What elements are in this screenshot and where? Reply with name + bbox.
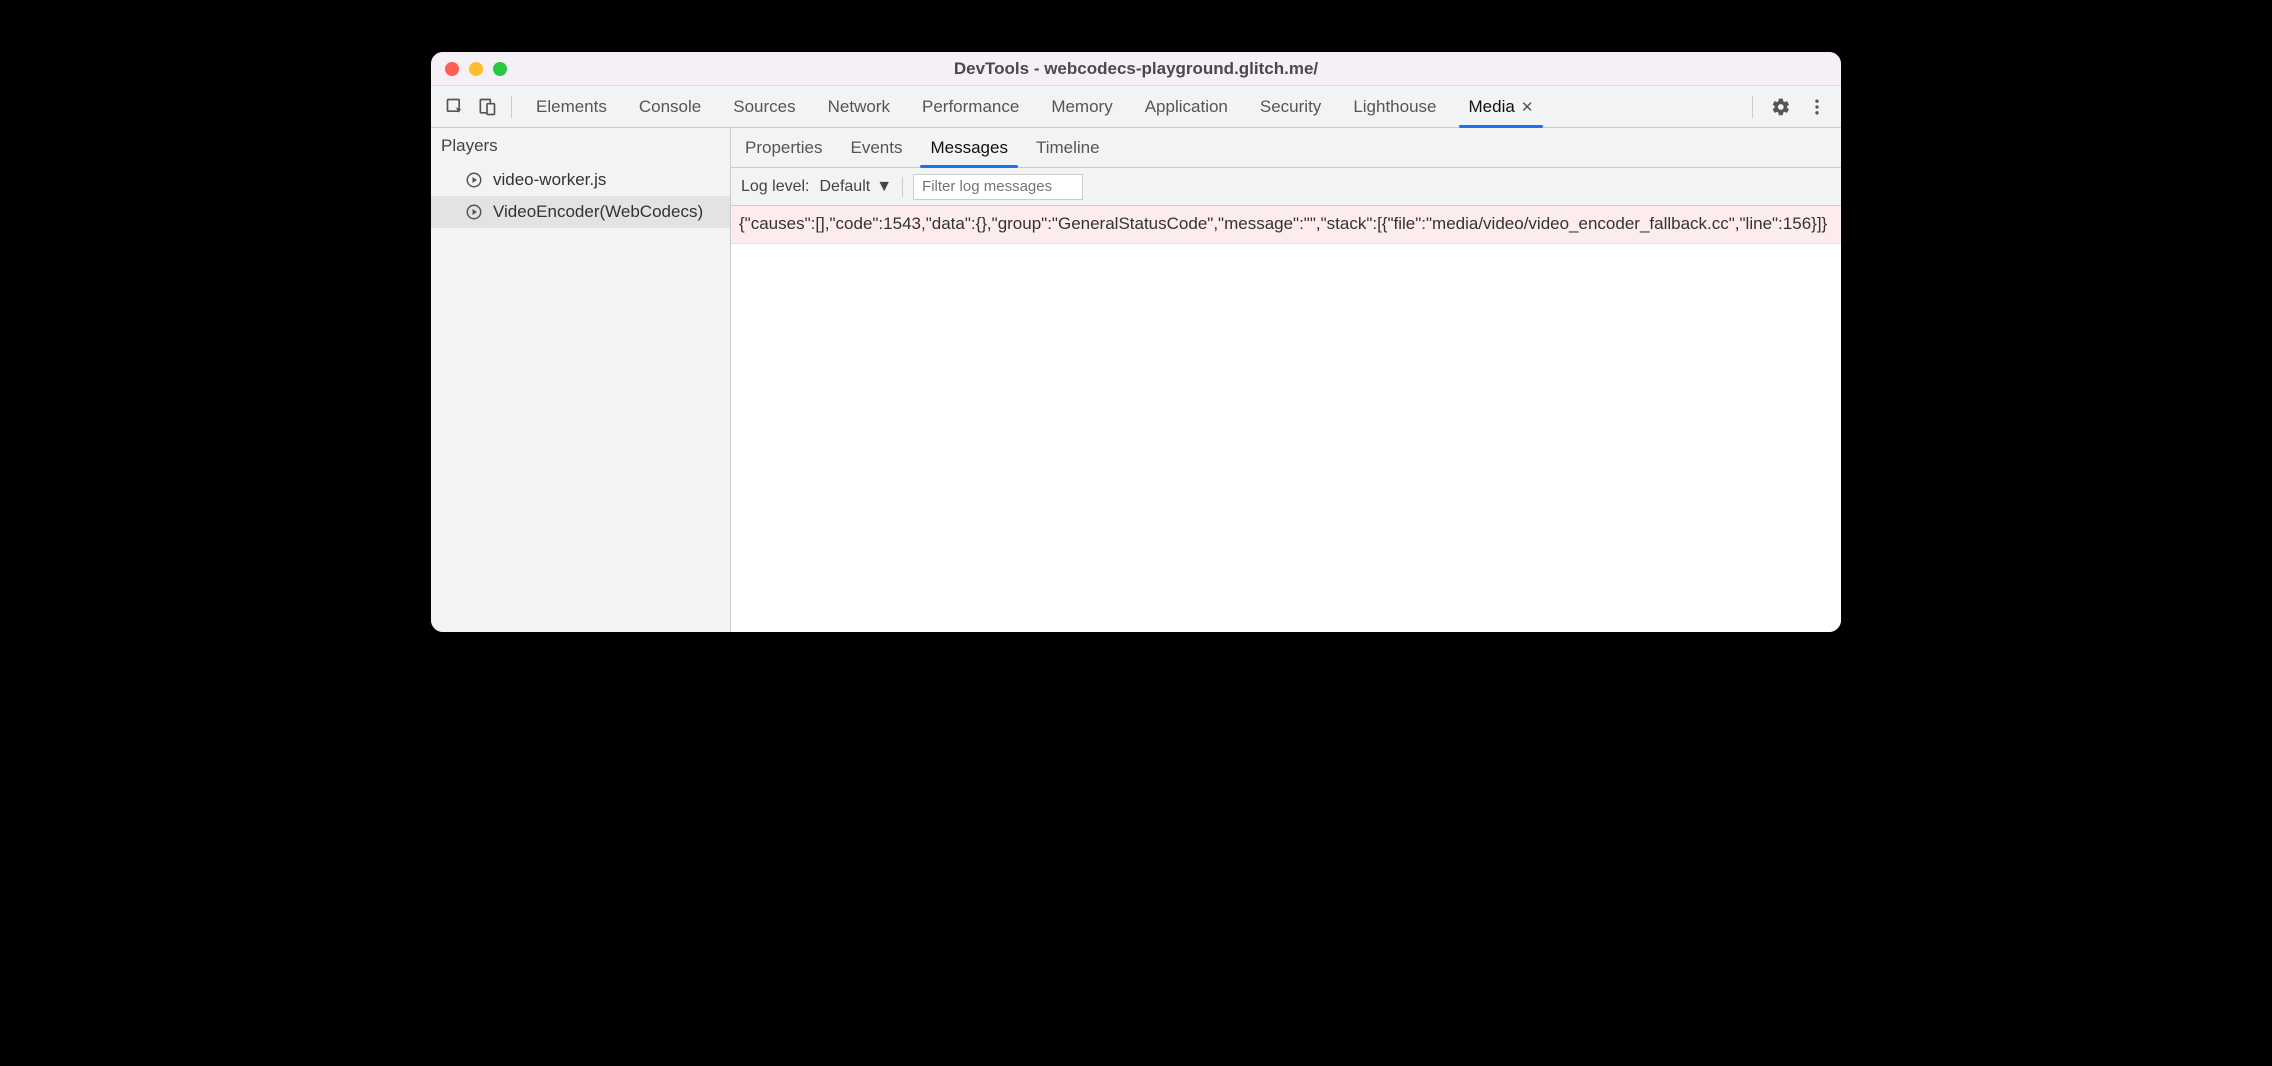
window-title: DevTools - webcodecs-playground.glitch.m… xyxy=(431,59,1841,79)
tab-console[interactable]: Console xyxy=(623,86,717,127)
panel-tabs: Elements Console Sources Network Perform… xyxy=(520,86,1549,127)
subtab-label: Messages xyxy=(930,138,1007,158)
tab-media[interactable]: Media ✕ xyxy=(1453,86,1550,127)
filter-input[interactable] xyxy=(913,174,1083,200)
log-level-dropdown[interactable]: Default ▼ xyxy=(820,178,893,196)
tab-label: Sources xyxy=(733,97,795,117)
player-item[interactable]: VideoEncoder(WebCodecs) xyxy=(431,196,730,228)
tab-application[interactable]: Application xyxy=(1129,86,1244,127)
messages-list: {"causes":[],"code":1543,"data":{},"grou… xyxy=(731,206,1841,632)
maximize-window-button[interactable] xyxy=(493,62,507,76)
player-item[interactable]: video-worker.js xyxy=(431,164,730,196)
media-panel-main: Properties Events Messages Timeline Log … xyxy=(731,128,1841,632)
subtab-label: Events xyxy=(850,138,902,158)
chevron-down-icon: ▼ xyxy=(876,178,892,196)
tab-lighthouse[interactable]: Lighthouse xyxy=(1337,86,1452,127)
filter-bar: Log level: Default ▼ xyxy=(731,168,1841,206)
device-toolbar-icon[interactable] xyxy=(471,91,503,123)
close-window-button[interactable] xyxy=(445,62,459,76)
sidebar-section-title: Players xyxy=(431,128,730,164)
toolbar-right xyxy=(1744,91,1833,123)
tab-label: Console xyxy=(639,97,701,117)
tab-network[interactable]: Network xyxy=(812,86,906,127)
log-message-error[interactable]: {"causes":[],"code":1543,"data":{},"grou… xyxy=(731,206,1841,244)
tab-label: Application xyxy=(1145,97,1228,117)
window-controls xyxy=(431,62,507,76)
tab-label: Lighthouse xyxy=(1353,97,1436,117)
tab-performance[interactable]: Performance xyxy=(906,86,1035,127)
devtools-window: DevTools - webcodecs-playground.glitch.m… xyxy=(431,52,1841,632)
play-icon xyxy=(465,203,483,221)
subtab-properties[interactable]: Properties xyxy=(731,128,836,167)
tab-elements[interactable]: Elements xyxy=(520,86,623,127)
tab-sources[interactable]: Sources xyxy=(717,86,811,127)
subtab-label: Properties xyxy=(745,138,822,158)
log-level-label: Log level: xyxy=(741,178,810,196)
play-icon xyxy=(465,171,483,189)
tab-label: Performance xyxy=(922,97,1019,117)
subtab-label: Timeline xyxy=(1036,138,1100,158)
settings-icon[interactable] xyxy=(1765,91,1797,123)
tab-label: Elements xyxy=(536,97,607,117)
players-sidebar: Players video-worker.js VideoEncoder(Web… xyxy=(431,128,731,632)
close-icon[interactable]: ✕ xyxy=(1521,98,1534,116)
inspect-element-icon[interactable] xyxy=(439,91,471,123)
tab-label: Memory xyxy=(1051,97,1112,117)
subtab-timeline[interactable]: Timeline xyxy=(1022,128,1114,167)
tab-security[interactable]: Security xyxy=(1244,86,1337,127)
tab-label: Network xyxy=(828,97,890,117)
panel-body: Players video-worker.js VideoEncoder(Web… xyxy=(431,128,1841,632)
tab-label: Security xyxy=(1260,97,1321,117)
player-label: video-worker.js xyxy=(493,170,606,190)
log-level-value: Default xyxy=(820,178,871,196)
subtab-events[interactable]: Events xyxy=(836,128,916,167)
toolbar-divider xyxy=(1752,96,1753,118)
tab-label: Media xyxy=(1469,97,1515,117)
subtab-messages[interactable]: Messages xyxy=(916,128,1021,167)
main-toolbar: Elements Console Sources Network Perform… xyxy=(431,86,1841,128)
player-label: VideoEncoder(WebCodecs) xyxy=(493,202,703,222)
more-icon[interactable] xyxy=(1801,91,1833,123)
tab-memory[interactable]: Memory xyxy=(1035,86,1128,127)
media-subtabs: Properties Events Messages Timeline xyxy=(731,128,1841,168)
minimize-window-button[interactable] xyxy=(469,62,483,76)
titlebar: DevTools - webcodecs-playground.glitch.m… xyxy=(431,52,1841,86)
filterbar-divider xyxy=(902,177,903,197)
toolbar-divider xyxy=(511,96,512,118)
